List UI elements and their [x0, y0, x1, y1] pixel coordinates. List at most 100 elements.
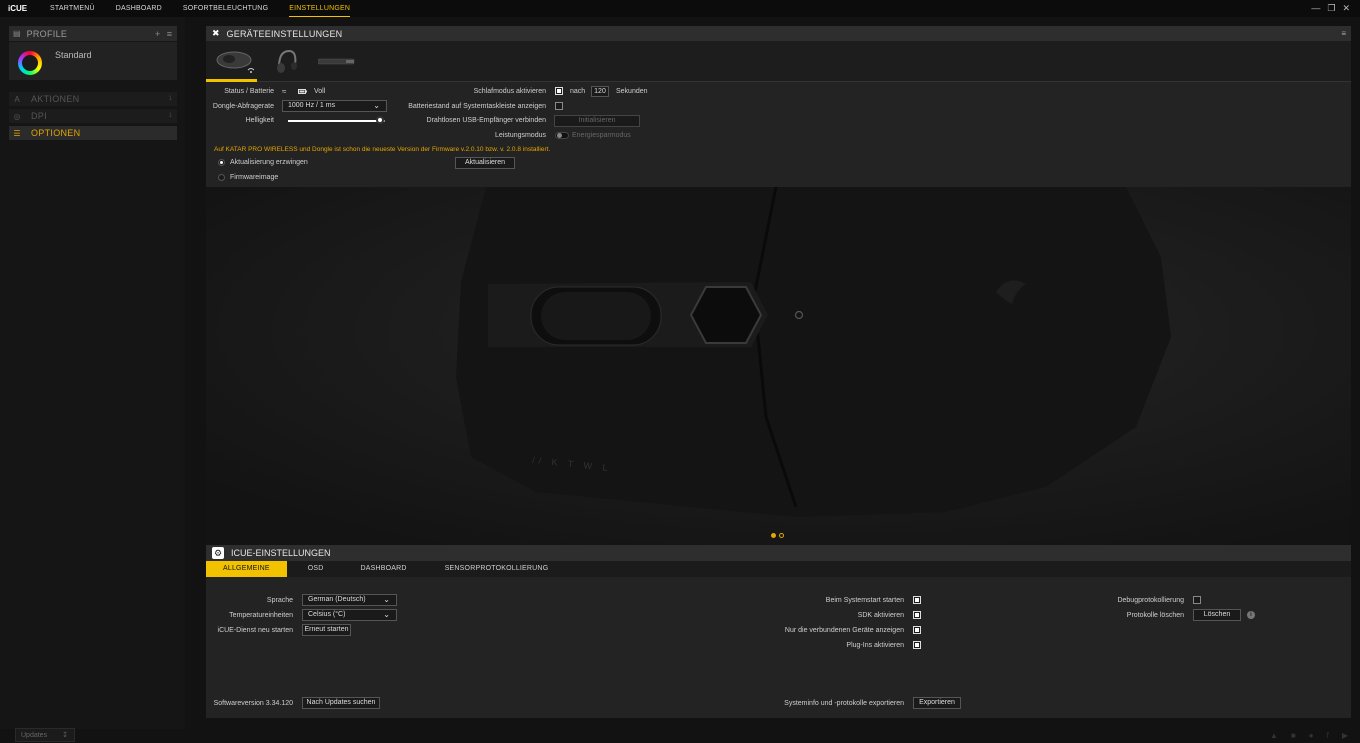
profile-rgb-icon — [18, 51, 42, 75]
profiles-header: ▤ PROFILE + ≡ — [9, 26, 177, 41]
delete-logs-button[interactable]: Löschen — [1193, 609, 1241, 621]
restart-service-label: iCUE-Dienst neu starten — [217, 627, 293, 634]
dongle-device-icon[interactable] — [318, 57, 358, 67]
updates-label: Updates — [21, 731, 48, 739]
performance-mode-toggle[interactable] — [555, 132, 569, 139]
tab-dashboard[interactable]: DASHBOARD — [361, 561, 407, 577]
language-value: German (Deutsch) — [308, 596, 366, 603]
mouse-device-icon[interactable] — [214, 50, 254, 76]
sidebar-item-label: OPTIONEN — [31, 128, 81, 138]
firmware-image-radio[interactable] — [218, 174, 225, 181]
startup-checkbox[interactable] — [913, 596, 921, 604]
export-button[interactable]: Exportieren — [913, 697, 961, 709]
restore-icon[interactable]: ❐ — [1327, 3, 1335, 14]
brightness-slider-thumb[interactable] — [376, 116, 385, 124]
battery-tray-checkbox[interactable] — [555, 102, 563, 110]
footer-social-icons: ▲ ■ ● f ▶ — [1270, 731, 1348, 740]
sidebar-item-label: AKTIONEN — [31, 94, 80, 104]
panel-menu-icon[interactable]: ≡ — [1341, 29, 1346, 38]
info-icon[interactable]: i — [1247, 611, 1255, 619]
battery-tray-label: Batteriestand auf Systemtaskleiste anzei… — [408, 103, 546, 110]
tab-osd[interactable]: OSD — [308, 561, 324, 577]
sdk-checkbox[interactable] — [913, 611, 921, 619]
tab-allgemeine[interactable]: ALLGEMEINE — [206, 561, 287, 577]
delete-logs-label: Protokolle löschen — [1126, 612, 1184, 619]
dongle-rate-dropdown[interactable]: 1000 Hz / 1 ms ⌄ — [282, 100, 387, 112]
plugins-checkbox[interactable] — [913, 641, 921, 649]
corsair-icon[interactable]: ▲ — [1270, 731, 1278, 740]
usb-receiver-label: Drahtlosen USB-Empfänger verbinden — [426, 117, 546, 124]
performance-mode-label: Leistungsmodus — [495, 132, 546, 139]
tab-sensorprotokollierung[interactable]: SENSORPROTOKOLLIERUNG — [445, 561, 549, 577]
temperature-dropdown[interactable]: Celsius (°C) ⌄ — [302, 609, 397, 621]
minimize-icon[interactable]: — — [1311, 3, 1320, 14]
sidebar-item-dpi[interactable]: ◎ DPI 1 — [9, 109, 177, 123]
icue-settings-panel: ⚙ ICUE-EINSTELLUNGEN ALLGEMEINE OSD DASH… — [206, 545, 1351, 718]
status-battery-label: Status / Batterie — [224, 88, 274, 95]
facebook-icon[interactable]: f — [1327, 731, 1329, 740]
sleep-after-label: nach — [570, 88, 586, 95]
firmware-message: Auf KATAR PRO WIRELESS und Dongle ist sc… — [214, 146, 551, 153]
nav-startmenu[interactable]: STARTMENÜ — [50, 0, 95, 17]
profiles-title: PROFILE — [26, 28, 68, 39]
dongle-rate-label: Dongle-Abfragerate — [212, 103, 274, 110]
connected-devices-label: Nur die verbundenen Geräte anzeigen — [784, 627, 904, 634]
carousel-dot-1[interactable] — [771, 533, 776, 538]
icue-settings-title: ICUE-EINSTELLUNGEN — [231, 548, 331, 558]
brightness-label: Helligkeit — [245, 117, 274, 124]
add-profile-icon[interactable]: + — [155, 29, 160, 39]
sdk-label: SDK aktivieren — [857, 612, 904, 619]
chevron-down-icon: ⌄ — [373, 101, 380, 110]
force-update-radio[interactable] — [218, 159, 225, 166]
device-settings-panel: ✖ GERÄTEEINSTELLUNGEN ≡ Status / Batteri… — [206, 26, 1351, 187]
dongle-rate-value: 1000 Hz / 1 ms — [288, 102, 336, 109]
force-update-label: Aktualisierung erzwingen — [230, 159, 308, 166]
profile-name: Standard — [55, 50, 92, 60]
device-settings-header: ✖ GERÄTEEINSTELLUNGEN ≡ — [206, 26, 1351, 41]
app-logo: iCUE — [8, 4, 28, 13]
chevron-down-icon: ⌄ — [383, 595, 390, 604]
close-icon[interactable]: ✕ — [1342, 3, 1350, 14]
device-tabs — [206, 41, 1351, 82]
headset-device-icon[interactable] — [271, 47, 301, 77]
language-dropdown[interactable]: German (Deutsch) ⌄ — [302, 594, 397, 606]
mouse-render — [206, 187, 1351, 545]
nav-dashboard[interactable]: DASHBOARD — [116, 0, 162, 17]
youtube-icon[interactable]: ▶ — [1342, 731, 1348, 740]
update-button[interactable]: Aktualisieren — [455, 157, 515, 169]
sleep-unit-label: Sekunden — [616, 88, 648, 95]
sleep-mode-label: Schlafmodus aktivieren — [473, 88, 546, 95]
connected-devices-checkbox[interactable] — [913, 626, 921, 634]
sidebar: ▤ PROFILE + ≡ Standard A AKTIONEN 1 ◎ DP… — [0, 17, 185, 729]
software-version: Softwareversion 3.34.120 — [213, 700, 293, 707]
download-icon: ↧ — [62, 732, 68, 739]
export-label: Systeminfo und -protokolle exportieren — [784, 700, 904, 707]
gear-icon: ⚙ — [212, 547, 224, 559]
updates-button[interactable]: Updates ↧ — [15, 728, 75, 742]
check-updates-button[interactable]: Nach Updates suchen — [302, 697, 380, 709]
options-icon: ☰ — [13, 128, 21, 138]
nav-sofortbeleuchtung[interactable]: SOFORTBELEUCHTUNG — [183, 0, 268, 17]
initialize-button[interactable]: Initialisieren — [554, 115, 640, 127]
sleep-mode-checkbox[interactable] — [555, 87, 563, 95]
restart-button[interactable]: Erneut starten — [302, 624, 351, 636]
carousel-dot-2[interactable] — [779, 533, 784, 538]
temperature-label: Temperatureinheiten — [229, 612, 293, 619]
sidebar-item-count: 1 — [168, 96, 172, 102]
active-device-indicator — [206, 79, 257, 82]
sleep-seconds-input[interactable]: 120 — [591, 86, 609, 97]
forum-icon[interactable]: ■ — [1291, 731, 1296, 740]
sidebar-item-label: DPI — [31, 111, 47, 121]
sidebar-item-aktionen[interactable]: A AKTIONEN 1 — [9, 92, 177, 106]
twitter-icon[interactable]: ● — [1309, 731, 1314, 740]
sidebar-item-optionen[interactable]: ☰ OPTIONEN — [9, 126, 177, 140]
debug-logging-checkbox[interactable] — [1193, 596, 1201, 604]
profile-menu-icon[interactable]: ≡ — [167, 29, 172, 39]
icue-settings-tabs: ALLGEMEINE OSD DASHBOARD SENSORPROTOKOLL… — [206, 561, 1351, 577]
profile-card[interactable]: Standard — [9, 42, 177, 80]
dpi-icon: ◎ — [13, 111, 21, 121]
top-nav-bar: iCUE STARTMENÜ DASHBOARD SOFORTBELEUCHTU… — [0, 0, 1360, 17]
nav-einstellungen[interactable]: EINSTELLUNGEN — [289, 0, 351, 17]
device-settings-title: GERÄTEEINSTELLUNGEN — [226, 28, 343, 39]
brightness-slider-fill — [288, 120, 381, 122]
